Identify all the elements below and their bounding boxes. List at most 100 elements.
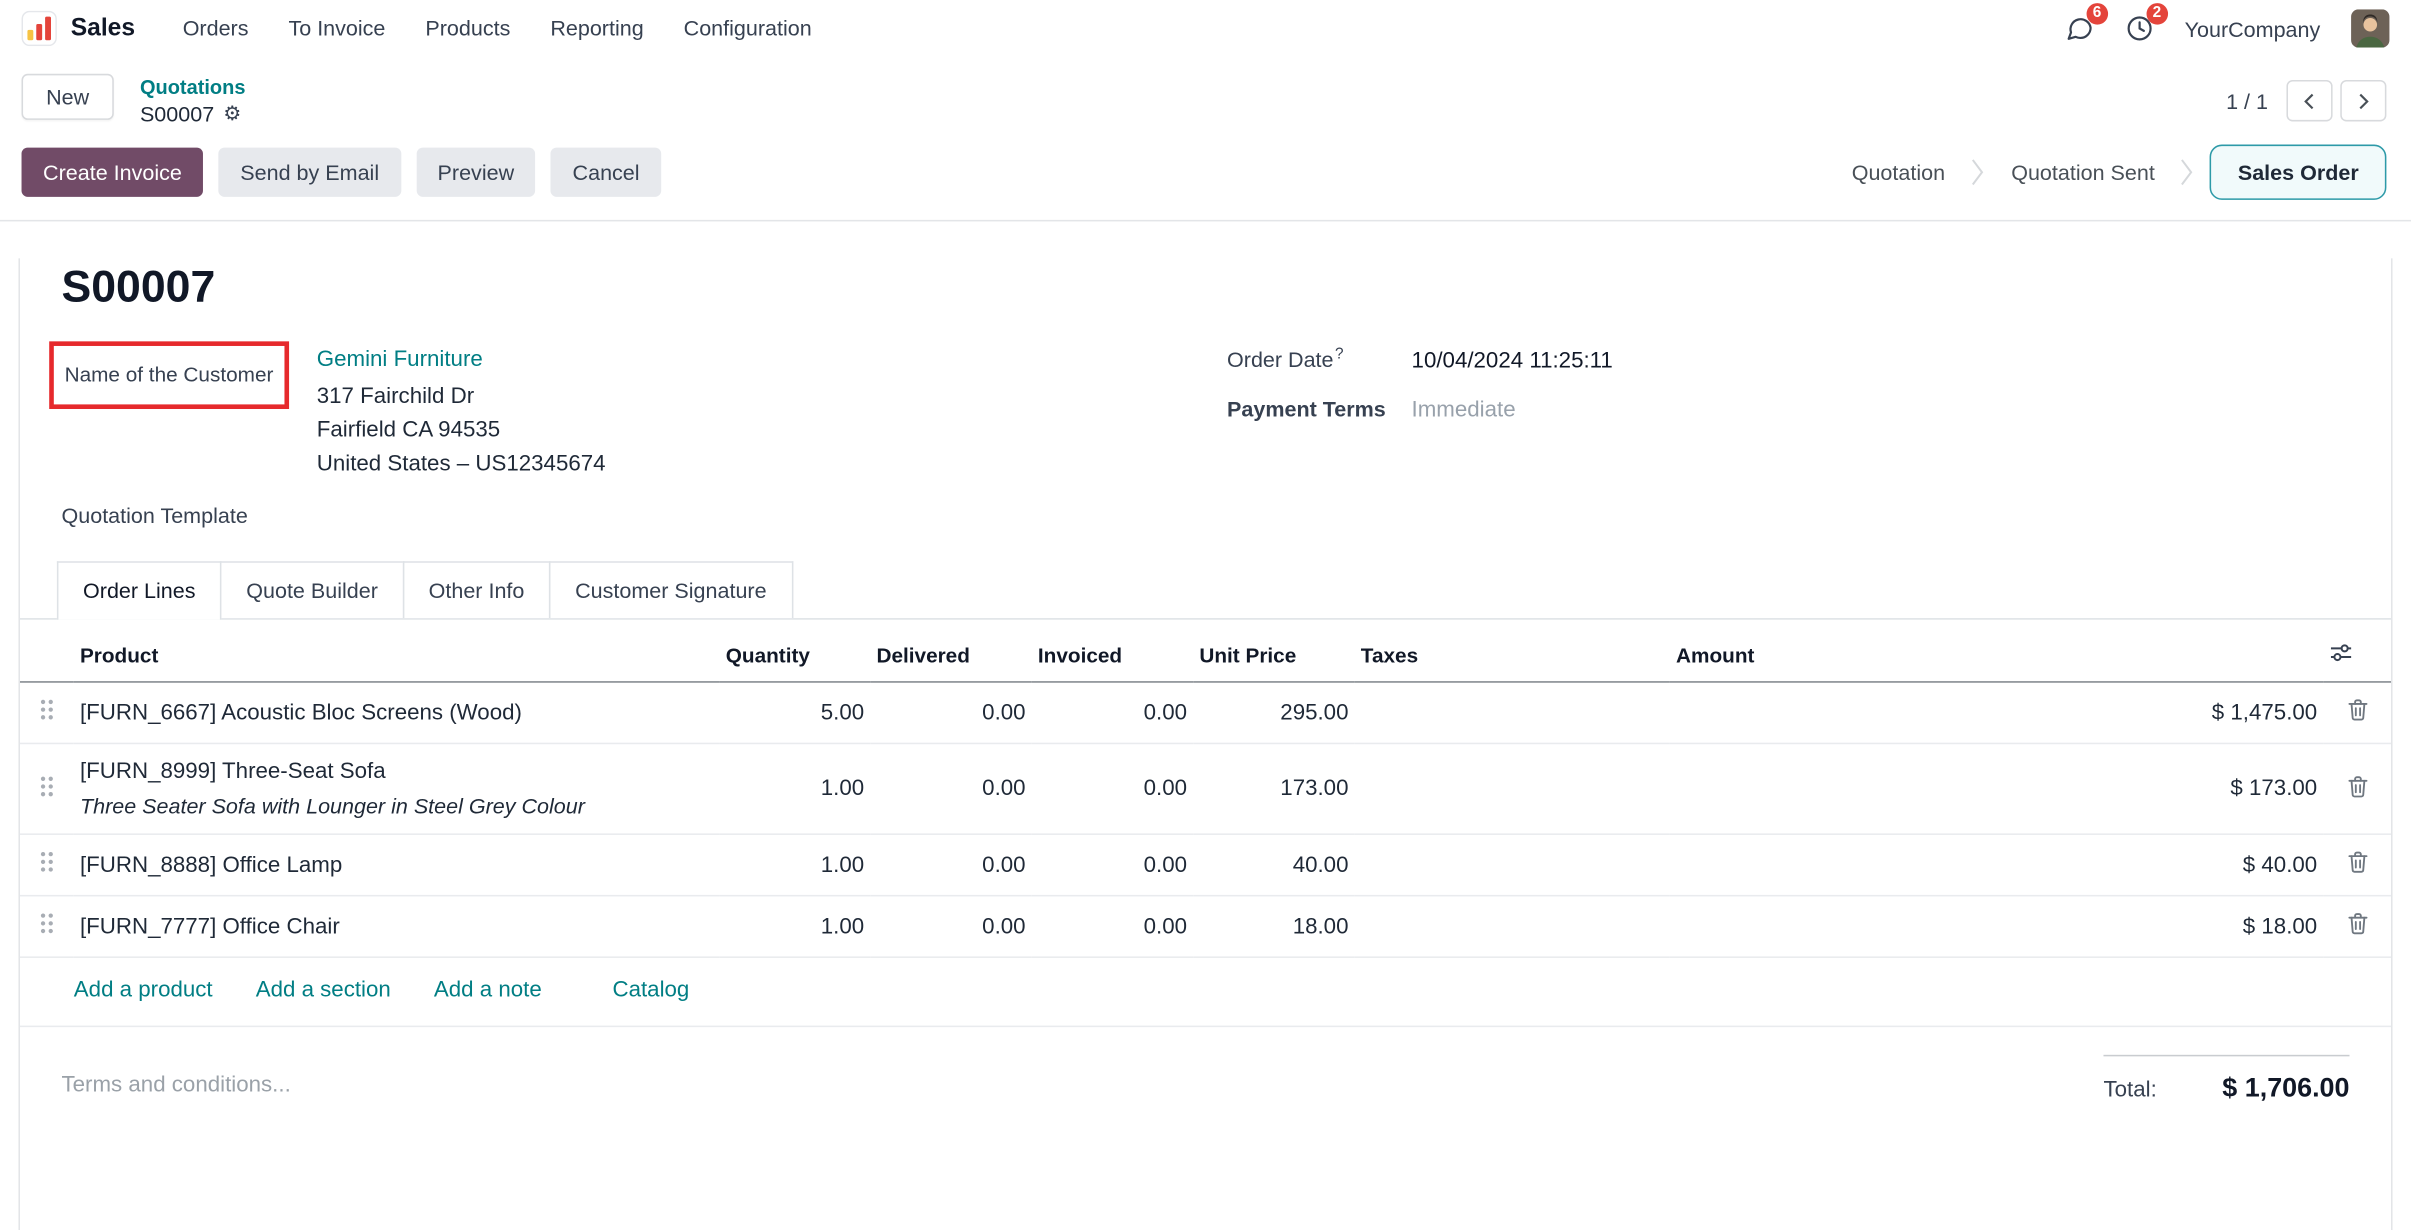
menu-configuration[interactable]: Configuration [664, 0, 832, 57]
drag-handle-icon[interactable] [40, 850, 54, 873]
cell-product[interactable]: [FURN_8888] Office Lamp [74, 834, 720, 896]
order-line-row[interactable]: [FURN_7777] Office Chair 1.00 0.00 0.00 … [20, 896, 2391, 958]
cell-invoiced[interactable]: 0.00 [1032, 682, 1193, 744]
drag-handle-icon[interactable] [40, 698, 54, 721]
status-step-quotation[interactable]: Quotation [1826, 146, 1972, 198]
sales-app-icon[interactable] [22, 11, 57, 46]
menu-reporting[interactable]: Reporting [530, 0, 663, 57]
help-icon[interactable]: ? [1335, 346, 1344, 363]
statusbar: Quotation Quotation Sent Sales Order [1826, 145, 2387, 200]
customer-field-label: Name of the Customer [65, 363, 274, 386]
pager-previous-button[interactable] [2286, 80, 2332, 122]
drag-handle-icon[interactable] [40, 774, 54, 797]
cell-unit-price[interactable]: 18.00 [1193, 896, 1354, 958]
cell-product[interactable]: [FURN_8999] Three-Seat Sofa Three Seater… [74, 743, 720, 834]
col-product[interactable]: Product [74, 629, 720, 682]
col-amount[interactable]: Amount [1670, 629, 2323, 682]
company-switcher[interactable]: YourCompany [2185, 16, 2321, 41]
cell-unit-price[interactable]: 40.00 [1193, 834, 1354, 896]
messages-badge: 6 [2086, 3, 2108, 25]
cell-quantity[interactable]: 1.00 [720, 896, 871, 958]
totals-block: Total: $ 1,706.00 [2103, 1055, 2349, 1104]
add-section-link[interactable]: Add a section [256, 978, 391, 1003]
terms-and-conditions-input[interactable]: Terms and conditions... [62, 1055, 291, 1098]
catalog-link[interactable]: Catalog [612, 978, 689, 1003]
col-quantity[interactable]: Quantity [720, 629, 871, 682]
delete-line-button[interactable] [2347, 850, 2367, 873]
status-step-sales-order[interactable]: Sales Order [2210, 145, 2386, 200]
tab-customer-signature[interactable]: Customer Signature [549, 561, 793, 618]
order-line-row[interactable]: [FURN_6667] Acoustic Bloc Screens (Wood)… [20, 682, 2391, 744]
pager-next-button[interactable] [2340, 80, 2386, 122]
payment-terms-label: Payment Terms [1227, 396, 1412, 421]
cell-delivered[interactable]: 0.00 [870, 743, 1031, 834]
cell-taxes[interactable] [1355, 682, 1670, 744]
send-by-email-button[interactable]: Send by Email [219, 148, 401, 197]
form-sheet: S00007 Name of the Customer Gemini Furni… [18, 258, 2392, 1230]
cell-amount: $ 173.00 [1670, 743, 2323, 834]
tab-other-info[interactable]: Other Info [402, 561, 550, 618]
cell-delivered[interactable]: 0.00 [870, 896, 1031, 958]
breadcrumb-current-label: S00007 [140, 101, 214, 126]
order-lines-table: Product Quantity Delivered Invoiced Unit… [20, 629, 2391, 958]
order-date-value[interactable]: 10/04/2024 11:25:11 [1412, 349, 1613, 374]
cell-taxes[interactable] [1355, 896, 1670, 958]
customer-name-link[interactable]: Gemini Furniture [317, 348, 483, 373]
tab-quote-builder[interactable]: Quote Builder [220, 561, 404, 618]
user-avatar[interactable] [2351, 9, 2389, 47]
cell-delivered[interactable]: 0.00 [870, 682, 1031, 744]
document-title: S00007 [62, 258, 2350, 316]
status-step-quotation-sent[interactable]: Quotation Sent [1985, 146, 2181, 198]
create-invoice-button[interactable]: Create Invoice [22, 148, 204, 197]
optional-columns-icon[interactable] [2330, 641, 2353, 664]
menu-orders[interactable]: Orders [163, 0, 269, 57]
col-unit-price[interactable]: Unit Price [1193, 629, 1354, 682]
col-taxes[interactable]: Taxes [1355, 629, 1670, 682]
order-line-row[interactable]: [FURN_8888] Office Lamp 1.00 0.00 0.00 4… [20, 834, 2391, 896]
cell-quantity[interactable]: 1.00 [720, 743, 871, 834]
customer-address-line2: Fairfield CA 94535 [317, 414, 606, 448]
cell-unit-price[interactable]: 173.00 [1193, 743, 1354, 834]
cell-invoiced[interactable]: 0.00 [1032, 743, 1193, 834]
breadcrumb-quotations-link[interactable]: Quotations [140, 75, 245, 98]
tab-order-lines[interactable]: Order Lines [57, 561, 222, 619]
cell-invoiced[interactable]: 0.00 [1032, 834, 1193, 896]
order-line-row[interactable]: [FURN_8999] Three-Seat Sofa Three Seater… [20, 743, 2391, 834]
order-date-label: Order Date? [1227, 346, 1412, 372]
cell-taxes[interactable] [1355, 743, 1670, 834]
messages-button[interactable]: 6 [2065, 14, 2094, 43]
delete-line-button[interactable] [2347, 698, 2367, 721]
new-button[interactable]: New [22, 74, 114, 120]
menu-to-invoice[interactable]: To Invoice [268, 0, 405, 57]
chevron-right-icon [1971, 146, 1985, 198]
cell-unit-price[interactable]: 295.00 [1193, 682, 1354, 744]
cell-quantity[interactable]: 5.00 [720, 682, 871, 744]
product-description: Three Seater Sofa with Lounger in Steel … [80, 793, 714, 818]
cell-invoiced[interactable]: 0.00 [1032, 896, 1193, 958]
col-delivered[interactable]: Delivered [870, 629, 1031, 682]
cancel-button[interactable]: Cancel [551, 148, 661, 197]
col-invoiced[interactable]: Invoiced [1032, 629, 1193, 682]
delete-line-button[interactable] [2347, 912, 2367, 935]
add-note-link[interactable]: Add a note [434, 978, 542, 1003]
delete-line-button[interactable] [2347, 774, 2367, 797]
payment-terms-value[interactable]: Immediate [1412, 398, 1516, 423]
customer-address-line1: 317 Fairchild Dr [317, 380, 606, 414]
preview-button[interactable]: Preview [416, 148, 536, 197]
cell-taxes[interactable] [1355, 834, 1670, 896]
add-product-link[interactable]: Add a product [74, 978, 213, 1003]
cell-product[interactable]: [FURN_6667] Acoustic Bloc Screens (Wood) [74, 682, 720, 744]
app-name[interactable]: Sales [71, 15, 135, 43]
drag-handle-icon[interactable] [40, 912, 54, 935]
menu-products[interactable]: Products [405, 0, 530, 57]
cell-delivered[interactable]: 0.00 [870, 834, 1031, 896]
actions-gear-icon[interactable]: ⚙ [223, 101, 241, 126]
sheet-divider [0, 220, 2411, 222]
total-label: Total: [2103, 1078, 2156, 1103]
activities-button[interactable]: 2 [2125, 14, 2154, 43]
systray: 6 2 YourCompany [2065, 9, 2390, 47]
app-window: Sales Orders To Invoice Products Reporti… [0, 0, 2411, 1210]
table-footer-links: Add a product Add a section Add a note C… [20, 958, 2391, 1027]
cell-product[interactable]: [FURN_7777] Office Chair [74, 896, 720, 958]
cell-quantity[interactable]: 1.00 [720, 834, 871, 896]
